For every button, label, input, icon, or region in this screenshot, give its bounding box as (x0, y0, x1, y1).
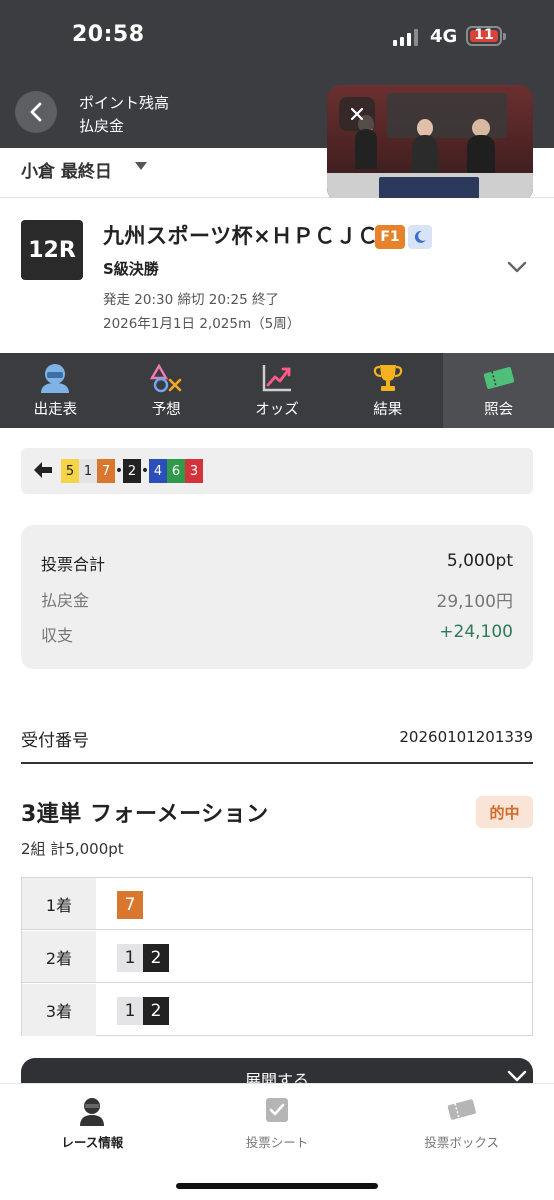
vote-box-icon (447, 1099, 476, 1120)
formation-row: 3着 1 2 (22, 984, 532, 1036)
formation-numbers: 12 (117, 944, 169, 972)
back-button[interactable] (15, 91, 57, 133)
line-formation: 5 1 7 • 2 • 4 6 3 (21, 448, 533, 494)
bike-number-chip: 1 (117, 944, 143, 972)
rider-icon (41, 364, 70, 393)
summary-payout-label: 払戻金 (41, 591, 90, 610)
formation-numbers: 12 (117, 997, 169, 1025)
line-chips: 5 1 7 • 2 • 4 6 3 (61, 459, 203, 483)
nav-race-info-label: レース情報 (61, 1135, 124, 1150)
line-separator: • (140, 463, 150, 479)
trophy-icon (373, 365, 403, 391)
race-number-badge: 12R (21, 220, 83, 280)
home-indicator (176, 1183, 378, 1189)
venue-label: 小倉 最終日 (21, 162, 112, 182)
race-tab-bar: 出走表 予想 オッズ 結果 照会 (0, 353, 554, 428)
bike-number-chip: 1 (117, 997, 143, 1025)
bet-type-title: 3連単 フォーメーション (21, 802, 269, 827)
header-points-label: ポイント残高 (79, 94, 170, 112)
bike-number-chip: 2 (143, 944, 169, 972)
bike-number-chip: 1 (79, 459, 97, 483)
race-title: 九州スポーツ杯×ＨＰＣＪＣ (103, 224, 379, 248)
header-payout-label: 払戻金 (79, 117, 125, 135)
nav-vote-sheet-label: 投票シート (245, 1135, 309, 1150)
receipt-label: 受付番号 (21, 731, 89, 751)
bike-number-chip: 4 (149, 459, 167, 483)
formation-position-label: 3着 (22, 984, 96, 1036)
bike-number-chip: 6 (167, 459, 185, 483)
grade-badge: F1 (375, 225, 405, 249)
night-race-icon (408, 225, 432, 249)
hit-badge: 的中 (476, 796, 533, 828)
summary-total-label: 投票合計 (41, 555, 106, 574)
chevron-left-icon (30, 102, 42, 122)
bike-number-chip: 7 (97, 459, 115, 483)
receipt-row: 受付番号 20260101201339 (21, 724, 533, 764)
payout-summary-card: 投票合計 5,000pt 払戻金 29,100円 収支 +24,100 (21, 525, 533, 669)
bike-number-chip: 2 (123, 459, 141, 483)
status-bar: 20:58 4G 11 (0, 0, 554, 76)
formation-row: 2着 1 2 (22, 931, 532, 983)
formation-row: 1着 7 (22, 878, 532, 930)
tab-results-label: 結果 (373, 402, 403, 418)
video-close-button[interactable] (339, 97, 375, 131)
receipt-number: 20260101201339 (399, 728, 533, 746)
battery-icon: 11 (466, 26, 506, 46)
nav-race-info[interactable]: レース情報 (0, 1084, 185, 1200)
prediction-icon (150, 363, 182, 393)
chevron-down-icon (507, 1070, 527, 1082)
tab-inquiry-label: 照会 (484, 402, 514, 418)
caret-down-icon (135, 162, 147, 170)
nav-vote-box-label: 投票ボックス (424, 1135, 499, 1150)
summary-balance-value: +24,100 (439, 622, 513, 642)
tab-entries-label: 出走表 (33, 402, 78, 418)
race-info-card: 12R 九州スポーツ杯×ＨＰＣＪＣ F1 S級決勝 発走 20:30 締切 20… (0, 198, 554, 353)
summary-total-row: 投票合計 5,000pt (41, 551, 513, 575)
ticket-icon (483, 367, 514, 389)
tab-prediction-label: 予想 (151, 402, 181, 418)
formation-position-label: 1着 (22, 878, 96, 929)
signal-icon (393, 28, 418, 46)
tab-odds-label: オッズ (255, 402, 299, 418)
tab-entries[interactable]: 出走表 (0, 353, 111, 428)
bike-number-chip: 5 (61, 459, 79, 483)
race-schedule: 発走 20:30 締切 20:25 終了 (103, 292, 279, 308)
bet-detail: 2組 計5,000pt (21, 840, 124, 858)
bike-number-chip: 2 (143, 997, 169, 1025)
tab-results[interactable]: 結果 (332, 353, 443, 428)
bike-number-chip: 7 (117, 891, 143, 919)
network-label: 4G (430, 26, 458, 47)
battery-level: 11 (474, 27, 494, 43)
bike-number-chip: 3 (185, 459, 203, 483)
line-separator: • (114, 463, 124, 479)
formation-position-label: 2着 (22, 931, 96, 982)
race-info-icon (80, 1098, 105, 1126)
tab-prediction[interactable]: 予想 (111, 353, 222, 428)
nav-vote-box[interactable]: 投票ボックス (369, 1084, 554, 1200)
live-video-player[interactable] (327, 85, 533, 202)
vote-sheet-icon (266, 1098, 288, 1122)
chevron-down-icon[interactable] (507, 261, 527, 273)
close-icon (350, 107, 364, 121)
arrow-left-icon (34, 462, 52, 478)
summary-balance-label: 収支 (41, 626, 74, 645)
tab-odds[interactable]: オッズ (222, 353, 333, 428)
formation-numbers: 7 (117, 891, 143, 919)
summary-payout-value: 29,100円 (436, 592, 513, 612)
summary-total-value: 5,000pt (446, 551, 513, 571)
status-time: 20:58 (72, 22, 145, 47)
summary-payout-row: 払戻金 29,100円 (41, 587, 513, 612)
race-class: S級決勝 (103, 260, 159, 278)
odds-chart-icon (262, 365, 291, 392)
tab-inquiry[interactable]: 照会 (443, 353, 554, 428)
formation-table: 1着 7 2着 1 2 3着 1 2 (21, 877, 533, 1036)
race-date-distance: 2026年1月1日 2,025m（5周） (103, 316, 301, 332)
summary-balance-row: 収支 +24,100 (41, 622, 513, 646)
